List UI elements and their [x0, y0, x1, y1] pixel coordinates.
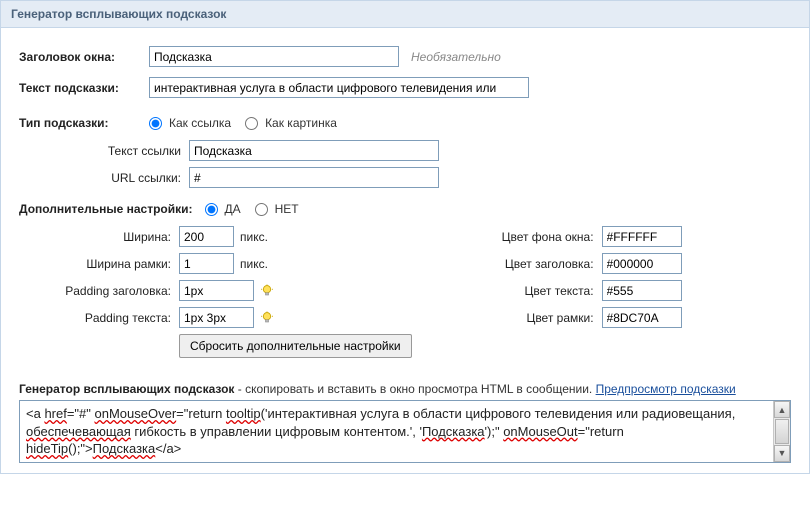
window-title-note: Необязательно: [411, 50, 501, 64]
width-unit: пикс.: [240, 230, 268, 244]
text-color-input[interactable]: [602, 280, 682, 301]
link-url-label: URL ссылки:: [19, 171, 189, 185]
advanced-settings: Ширина: пикс. Ширина рамки: пикс. Paddin…: [19, 226, 791, 364]
output-section: Генератор всплывающих подсказок - скопир…: [19, 382, 791, 463]
border-width-unit: пикс.: [240, 257, 268, 271]
tip-type-image-radio[interactable]: [245, 117, 258, 130]
link-url-input[interactable]: [189, 167, 439, 188]
preview-link[interactable]: Предпросмотр подсказки: [596, 382, 736, 396]
scroll-up-button[interactable]: ▲: [774, 401, 790, 418]
advanced-col-right: Цвет фона окна: Цвет заголовка: Цвет тек…: [472, 226, 682, 364]
advanced-no-label: НЕТ: [275, 202, 299, 216]
output-header: Генератор всплывающих подсказок - скопир…: [19, 382, 791, 396]
tip-type-image-label: Как картинка: [265, 116, 337, 130]
lightbulb-icon[interactable]: [260, 311, 274, 325]
width-input[interactable]: [179, 226, 234, 247]
border-color-label: Цвет рамки:: [472, 311, 602, 325]
link-text-input[interactable]: [189, 140, 439, 161]
padding-title-input[interactable]: [179, 280, 254, 301]
bg-color-label: Цвет фона окна:: [472, 230, 602, 244]
advanced-no-radio[interactable]: [255, 203, 268, 216]
output-scrollbar[interactable]: ▲ ▼: [773, 401, 790, 462]
window-title-label: Заголовок окна:: [19, 50, 149, 64]
reset-advanced-button[interactable]: Сбросить дополнительные настройки: [179, 334, 412, 358]
tooltip-generator-panel: Генератор всплывающих подсказок Заголово…: [0, 0, 810, 474]
tip-type-label: Тип подсказки:: [19, 116, 149, 130]
border-color-input[interactable]: [602, 307, 682, 328]
panel-body: Заголовок окна: Необязательно Текст подс…: [1, 28, 809, 473]
advanced-col-left: Ширина: пикс. Ширина рамки: пикс. Paddin…: [19, 226, 412, 364]
tip-type-link-radio[interactable]: [149, 117, 162, 130]
advanced-group: ДА НЕТ: [205, 202, 309, 216]
padding-text-input[interactable]: [179, 307, 254, 328]
output-code[interactable]: <a href="#" onMouseOver="return tooltip(…: [20, 401, 773, 462]
output-heading-rest: - скопировать и вставить в окно просмотр…: [234, 382, 595, 396]
text-color-label: Цвет текста:: [472, 284, 602, 298]
scroll-down-button[interactable]: ▼: [774, 445, 790, 462]
padding-text-label: Padding текста:: [19, 311, 179, 325]
border-width-label: Ширина рамки:: [19, 257, 179, 271]
tip-text-label: Текст подсказки:: [19, 81, 149, 95]
panel-title: Генератор всплывающих подсказок: [1, 1, 809, 28]
title-color-input[interactable]: [602, 253, 682, 274]
tip-type-link-label: Как ссылка: [169, 116, 231, 130]
border-width-input[interactable]: [179, 253, 234, 274]
lightbulb-icon[interactable]: [260, 284, 274, 298]
scroll-thumb[interactable]: [775, 419, 789, 444]
bg-color-input[interactable]: [602, 226, 682, 247]
title-color-label: Цвет заголовка:: [472, 257, 602, 271]
link-text-label: Текст ссылки: [19, 144, 189, 158]
output-heading-bold: Генератор всплывающих подсказок: [19, 382, 234, 396]
padding-title-label: Padding заголовка:: [19, 284, 179, 298]
advanced-yes-radio[interactable]: [205, 203, 218, 216]
advanced-label: Дополнительные настройки:: [19, 202, 199, 216]
width-label: Ширина:: [19, 230, 179, 244]
output-box: <a href="#" onMouseOver="return tooltip(…: [19, 400, 791, 463]
tip-text-input[interactable]: [149, 77, 529, 98]
window-title-input[interactable]: [149, 46, 399, 67]
tip-type-group: Как ссылка Как картинка: [149, 116, 347, 130]
advanced-yes-label: ДА: [225, 202, 241, 216]
link-subform: Текст ссылки URL ссылки:: [19, 140, 791, 188]
